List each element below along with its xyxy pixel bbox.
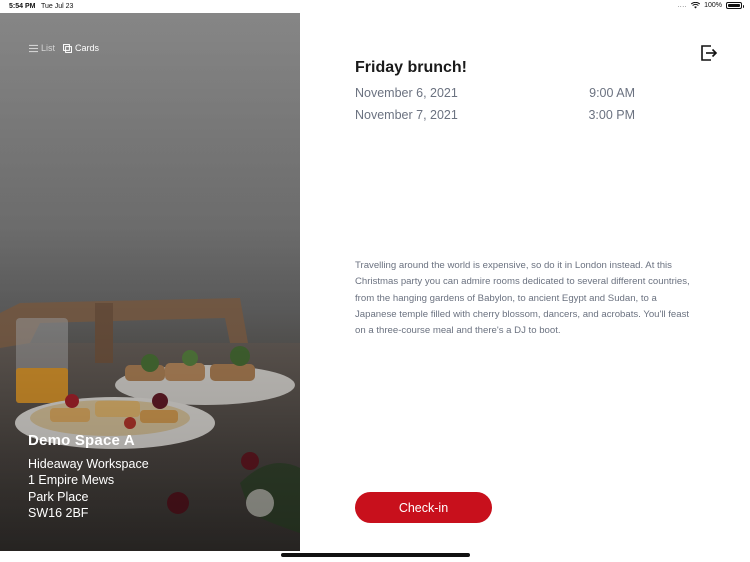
end-date: November 7, 2021 (355, 108, 458, 122)
app-screen: 5:54 PM Tue Jul 23 .... 100% List Cards … (0, 0, 750, 562)
logout-icon[interactable] (700, 44, 718, 62)
check-in-button[interactable]: Check-in (355, 492, 492, 523)
list-view-toggle[interactable]: List (29, 43, 55, 53)
status-bar: 5:54 PM Tue Jul 23 .... 100% (0, 0, 750, 13)
space-name: Demo Space A (28, 432, 135, 449)
wifi-icon (691, 2, 701, 9)
event-detail-panel: Friday brunch! November 6, 2021 9:00 AM … (300, 13, 750, 562)
event-start-row: November 6, 2021 9:00 AM (355, 86, 635, 100)
start-time: 9:00 AM (589, 86, 635, 100)
home-indicator[interactable] (281, 553, 470, 557)
battery-icon (726, 2, 744, 9)
event-end-row: November 7, 2021 3:00 PM (355, 108, 635, 122)
start-date: November 6, 2021 (355, 86, 458, 100)
address-line-3: Park Place (28, 489, 89, 504)
cards-icon (63, 43, 72, 53)
status-time: 5:54 PM (9, 3, 36, 10)
cards-toggle-label: Cards (75, 43, 100, 53)
address-line-1: Hideaway Workspace (28, 457, 149, 471)
event-description: Travelling around the world is expensive… (355, 260, 690, 337)
list-toggle-label: List (41, 43, 56, 53)
space-photo-panel: List Cards Demo Space A Hideaway Workspa… (0, 13, 300, 551)
address-line-2: 1 Empire Mews (28, 473, 115, 488)
event-title: Friday brunch! (355, 59, 468, 76)
signal-dots: .... (677, 2, 688, 9)
list-icon (29, 44, 38, 52)
status-date: Tue Jul 23 (41, 3, 74, 10)
address-line-4: SW16 2BF (28, 505, 89, 520)
space-info: Demo Space A Hideaway Workspace 1 Empire… (28, 432, 149, 521)
status-indicators: .... 100% (677, 2, 744, 9)
view-toggle: List Cards (29, 43, 99, 53)
cards-view-toggle[interactable]: Cards (63, 43, 99, 53)
battery-percent: 100% (704, 2, 722, 9)
end-time: 3:00 PM (588, 108, 635, 122)
